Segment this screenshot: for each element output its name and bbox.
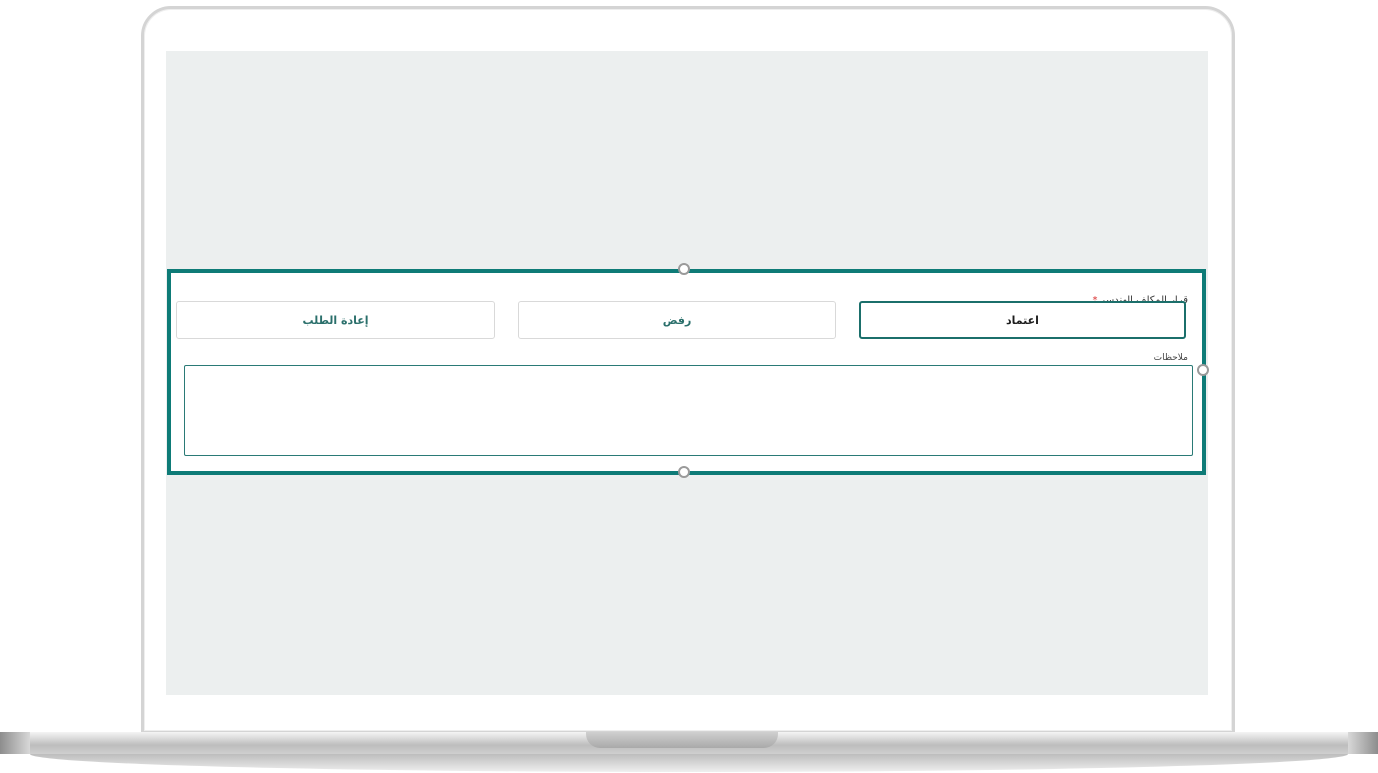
return-request-option-label: إعادة الطلب bbox=[302, 313, 369, 327]
notes-textarea[interactable] bbox=[184, 365, 1193, 456]
notes-label: ملاحظات bbox=[1153, 353, 1188, 363]
reject-option-label: رفض bbox=[662, 313, 692, 327]
laptop-opening-notch bbox=[586, 732, 778, 748]
resize-handle-right[interactable] bbox=[1197, 364, 1209, 376]
engineering-decision-section: قرار المكلف الهندسي* اعتماد رفض إعادة ال… bbox=[167, 269, 1206, 475]
return-request-option-button[interactable]: إعادة الطلب bbox=[176, 301, 495, 339]
approve-option-button[interactable]: اعتماد bbox=[859, 301, 1186, 339]
laptop-base bbox=[0, 732, 1378, 772]
resize-handle-bottom[interactable] bbox=[678, 466, 690, 478]
laptop-mockup: قرار المكلف الهندسي* اعتماد رفض إعادة ال… bbox=[0, 0, 1378, 773]
resize-handle-top[interactable] bbox=[678, 263, 690, 275]
approve-option-label: اعتماد bbox=[1006, 313, 1039, 327]
laptop-base-foot bbox=[30, 754, 1348, 772]
reject-option-button[interactable]: رفض bbox=[518, 301, 836, 339]
